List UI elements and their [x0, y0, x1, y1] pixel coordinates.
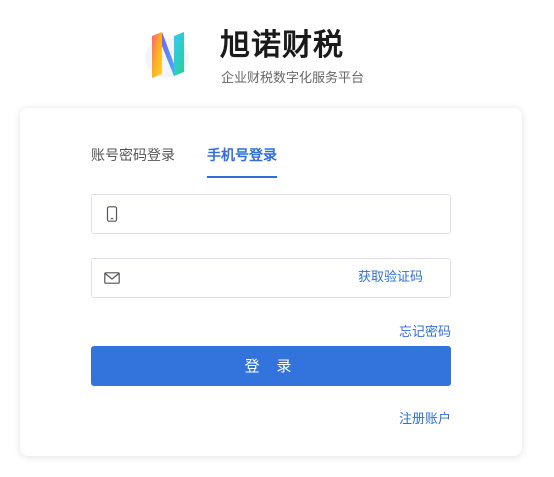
login-page: 旭诺财税 企业财税数字化服务平台 账号密码登录 手机号登录 获取验证码 忘记密码: [0, 0, 554, 477]
phone-field[interactable]: [91, 194, 451, 234]
mobile-phone-icon: [106, 206, 118, 222]
get-verification-code-button[interactable]: 获取验证码: [358, 269, 423, 287]
tab-phone-login-label: 手机号登录: [207, 148, 277, 164]
active-tab-underline: [207, 176, 277, 178]
brand-name: 旭诺财税: [220, 28, 344, 63]
login-card: 账号密码登录 手机号登录 获取验证码 忘记密码 登 录 注册账户: [20, 108, 522, 456]
register-account-link[interactable]: 注册账户: [399, 411, 451, 429]
verification-code-input[interactable]: [132, 259, 352, 297]
brand-subtitle: 企业财税数字化服务平台: [221, 71, 365, 86]
phone-input[interactable]: [132, 195, 352, 233]
tab-password-login[interactable]: 账号密码登录: [91, 146, 175, 174]
envelope-icon: [104, 272, 120, 284]
login-button[interactable]: 登 录: [91, 346, 451, 386]
verification-code-field[interactable]: 获取验证码: [91, 258, 451, 298]
tab-phone-login[interactable]: 手机号登录: [207, 146, 277, 178]
brand-logo-icon: [145, 32, 189, 78]
forgot-password-link[interactable]: 忘记密码: [399, 324, 451, 342]
